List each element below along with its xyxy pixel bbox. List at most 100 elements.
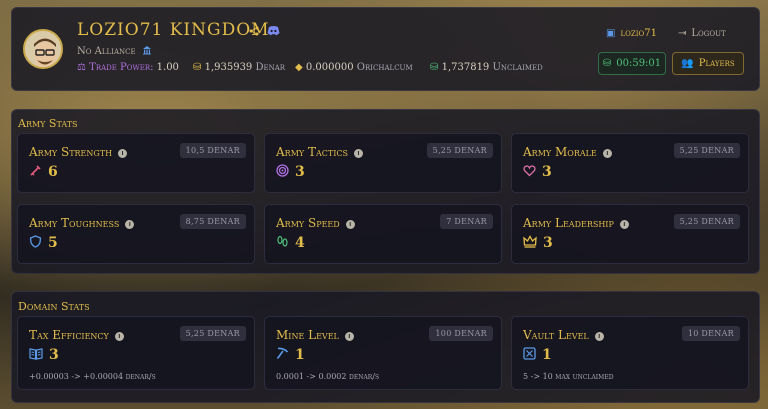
level-display: 3 <box>276 164 305 180</box>
card-title-text: Vault Level <box>523 328 589 342</box>
level-value: 1 <box>542 347 552 363</box>
kingdom-title: LOZIO71 KINGDOM <box>77 20 270 40</box>
logout-label: Logout <box>691 27 726 39</box>
rate-text: 0.0001 -> 0.0002 denar/s <box>276 372 380 381</box>
info-icon[interactable]: i <box>114 332 124 341</box>
alliance-label: No Alliance <box>77 45 152 58</box>
info-icon[interactable]: i <box>345 220 355 229</box>
tax-efficiency-card[interactable]: Tax Efficiency i 5,25 DENAR 3 +0.00003 -> +0… <box>17 316 255 390</box>
card-title-text: Army Morale <box>523 145 597 159</box>
orichalcum-stat: ◆ 0.000000 Orichalcum <box>295 62 413 73</box>
crown-icon <box>523 235 537 251</box>
timer-button[interactable]: ⛁ 00:59:01 <box>598 52 666 75</box>
logout-button[interactable]: ⇥ Logout <box>678 25 726 41</box>
scale-icon: ⚖ <box>77 62 86 73</box>
vault-level-card[interactable]: Vault Level i 10 DENAR 1 5 -> 10 max unclaim… <box>511 316 749 390</box>
vault-level-title: Vault Level i <box>523 328 604 342</box>
orichalcum-value: 0.000000 <box>305 62 354 73</box>
users-icon: 👥 <box>681 58 694 69</box>
level-display: 3 <box>29 347 59 363</box>
card-title-text: Army Speed <box>276 216 340 230</box>
share-icon[interactable] <box>249 26 259 39</box>
level-value: 3 <box>295 164 305 180</box>
trade-power-stat: ⚖ Trade Power: 1.00 <box>77 62 179 73</box>
mine-level-title: Mine Level i <box>276 328 354 342</box>
level-display: 3 <box>523 164 552 180</box>
level-display: 1 <box>276 347 305 363</box>
army-morale-card[interactable]: Army Morale i 5,25 DENAR 3 <box>511 133 749 193</box>
timer-value: 00:59:01 <box>616 58 662 69</box>
level-display: 5 <box>29 235 58 251</box>
army-speed-title: Army Speed i <box>276 216 355 230</box>
level-display: 1 <box>523 347 552 363</box>
army-tactics-card[interactable]: Army Tactics i 5,25 DENAR 3 <box>264 133 502 193</box>
info-icon[interactable]: i <box>602 149 612 158</box>
info-icon[interactable]: i <box>125 220 135 229</box>
rate-text: +0.00003 -> +0.00004 denar/s <box>29 372 156 381</box>
trade-power-value: 1.00 <box>156 62 179 73</box>
coins-timer-icon: ⛁ <box>602 58 612 69</box>
level-value: 3 <box>542 164 552 180</box>
info-icon[interactable]: i <box>594 332 604 341</box>
card-title-text: Army Leadership <box>523 216 614 230</box>
gem-icon: ◆ <box>295 62 303 73</box>
upgrade-cost-button[interactable]: 5,25 DENAR <box>673 143 740 158</box>
tax-efficiency-title: Tax Efficiency i <box>29 328 124 342</box>
user-profile-button[interactable]: ▣ lozio71 <box>606 25 657 41</box>
shield-icon <box>29 235 42 251</box>
level-value: 4 <box>295 235 305 251</box>
footprints-icon <box>276 235 289 251</box>
army-tactics-title: Army Tactics i <box>276 145 363 159</box>
mine-level-card[interactable]: Mine Level i 100 DENAR 1 0.0001 -> 0.0002 de… <box>264 316 502 390</box>
upgrade-cost-button[interactable]: 7 DENAR <box>440 214 493 229</box>
target-icon <box>276 164 289 180</box>
upgrade-cost-button[interactable]: 5,25 DENAR <box>426 143 493 158</box>
heart-icon <box>523 164 536 180</box>
level-value: 3 <box>49 347 59 363</box>
domain-stats-title: Domain Stats <box>18 300 90 313</box>
army-morale-title: Army Morale i <box>523 145 612 159</box>
upgrade-cost-button[interactable]: 8,75 DENAR <box>179 214 246 229</box>
info-icon[interactable]: i <box>353 149 363 158</box>
discord-icon[interactable] <box>267 25 280 39</box>
info-icon[interactable]: i <box>118 149 128 158</box>
level-value: 1 <box>295 347 305 363</box>
upgrade-cost-button[interactable]: 10 DENAR <box>681 326 740 341</box>
upgrade-cost-button[interactable]: 5,25 DENAR <box>179 326 246 341</box>
army-toughness-title: Army Toughness i <box>29 216 135 230</box>
coins-icon: ⛁ <box>193 62 202 73</box>
army-stats-title: Army Stats <box>18 117 78 130</box>
upgrade-cost-button[interactable]: 5,25 DENAR <box>673 214 740 229</box>
pickaxe-icon <box>276 347 289 363</box>
level-display: 6 <box>29 164 58 180</box>
alliance-building-icon[interactable] <box>142 45 152 58</box>
denar-unit: Denar <box>255 62 286 73</box>
level-value: 6 <box>48 164 58 180</box>
upgrade-cost-button[interactable]: 10,5 DENAR <box>179 143 246 158</box>
players-button[interactable]: 👥 Players <box>672 52 744 75</box>
logout-icon: ⇥ <box>678 27 687 39</box>
book-icon <box>29 347 43 363</box>
level-value: 3 <box>543 235 553 251</box>
army-speed-card[interactable]: Army Speed i 7 DENAR 4 <box>264 204 502 264</box>
unclaimed-stat: ⛁ 1,737819 Unclaimed <box>430 62 543 73</box>
calendar-icon: ▣ <box>606 27 616 39</box>
army-leadership-card[interactable]: Army Leadership i 5,25 DENAR 3 <box>511 204 749 264</box>
unclaimed-value: 1,737819 <box>441 62 490 73</box>
sword-icon <box>29 164 42 180</box>
card-title-text: Mine Level <box>276 328 339 342</box>
card-title-text: Army Strength <box>29 145 113 159</box>
army-leadership-title: Army Leadership i <box>523 216 629 230</box>
upgrade-cost-button[interactable]: 100 DENAR <box>429 326 493 341</box>
avatar[interactable] <box>23 29 63 69</box>
trade-power-label: Trade Power: <box>89 62 154 73</box>
army-toughness-card[interactable]: Army Toughness i 8,75 DENAR 5 <box>17 204 255 264</box>
rate-text: 5 -> 10 max unclaimed <box>523 372 614 381</box>
alliance-text: No Alliance <box>77 46 136 57</box>
denar-stat: ⛁ 1,935939 Denar <box>193 62 285 73</box>
info-icon[interactable]: i <box>619 220 629 229</box>
denar-value: 1,935939 <box>204 62 253 73</box>
army-strength-card[interactable]: Army Strength i 10,5 DENAR 6 <box>17 133 255 193</box>
card-title-text: Tax Efficiency <box>29 328 109 342</box>
info-icon[interactable]: i <box>344 332 354 341</box>
